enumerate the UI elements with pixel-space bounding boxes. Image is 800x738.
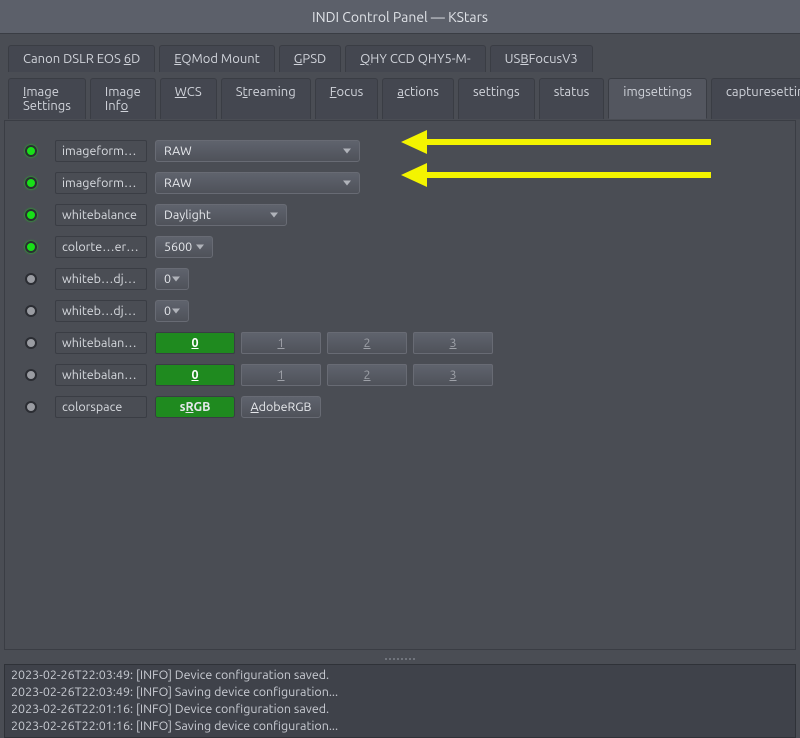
sub-tab-3[interactable]: Streaming (221, 78, 311, 119)
device-tab-1[interactable]: EQMod Mount (159, 45, 275, 72)
property-label: whitebalance (55, 204, 147, 226)
status-led (25, 145, 37, 157)
sub-tab-5[interactable]: actions (382, 78, 454, 119)
value-dropdown[interactable]: Daylight (155, 204, 287, 226)
status-led (25, 337, 37, 349)
sub-tab-8[interactable]: imgsettings (608, 78, 707, 119)
property-label: imageformatsd (55, 140, 147, 162)
device-tab-0[interactable]: Canon DSLR EOS 6D (8, 45, 155, 72)
sub-tab-2[interactable]: WCS (160, 78, 217, 119)
value-button[interactable]: 1 (241, 332, 321, 354)
sub-tab-9[interactable]: capturesettings (711, 78, 800, 119)
property-label: whiteb…djusta (55, 268, 147, 290)
property-label: colorte…erature (55, 236, 147, 258)
value-button[interactable]: 3 (413, 332, 493, 354)
log-line: 2023-02-26T22:03:49: [INFO] Device confi… (11, 667, 789, 684)
sub-tab-4[interactable]: Focus (315, 78, 379, 119)
status-led (25, 401, 37, 413)
value-button[interactable]: 1 (241, 364, 321, 386)
annotation-arrow (401, 133, 711, 151)
status-led (25, 369, 37, 381)
log-line: 2023-02-26T22:03:49: [INFO] Saving devic… (11, 684, 789, 701)
status-led (25, 209, 37, 221)
status-led (25, 241, 37, 253)
value-dropdown[interactable]: RAW (155, 140, 360, 162)
sub-tab-0[interactable]: Image Settings (8, 78, 86, 119)
value-dropdown[interactable]: 0 (155, 268, 189, 290)
log-line: 2023-02-26T22:01:16: [INFO] Saving devic… (11, 718, 789, 735)
splitter-handle[interactable] (370, 658, 430, 662)
window-titlebar: INDI Control Panel — KStars (0, 0, 800, 34)
device-tab-2[interactable]: GPSD (279, 45, 341, 72)
value-dropdown[interactable]: RAW (155, 172, 360, 194)
value-dropdown[interactable]: 5600 (155, 236, 213, 258)
settings-panel: imageformatsd RAW imageformatcf RAW whitebal… (4, 120, 796, 650)
colorspace-srgb-button[interactable]: sRGB (155, 396, 235, 418)
window-title: INDI Control Panel — KStars (312, 9, 488, 25)
status-led (25, 273, 37, 285)
value-button-active[interactable]: 0 (155, 332, 235, 354)
sub-tab-7[interactable]: status (539, 78, 605, 119)
property-label: whiteb…djustb (55, 300, 147, 322)
property-label: whitebalancexb (55, 364, 147, 386)
device-tabs: Canon DSLR EOS 6DEQMod MountGPSDQHY CCD … (4, 44, 796, 71)
property-label: whitebalancexa (55, 332, 147, 354)
property-label: colorspace (55, 396, 147, 418)
log-line: 2023-02-26T22:01:16: [INFO] Device confi… (11, 701, 789, 718)
device-tab-3[interactable]: QHY CCD QHY5-M- (345, 45, 485, 72)
value-button[interactable]: 2 (327, 332, 407, 354)
value-button-active[interactable]: 0 (155, 364, 235, 386)
value-button[interactable]: 2 (327, 364, 407, 386)
annotation-arrow (401, 166, 711, 184)
sub-tab-6[interactable]: settings (458, 78, 535, 119)
sub-tab-1[interactable]: Image Info (90, 78, 156, 119)
value-dropdown[interactable]: 0 (155, 300, 189, 322)
status-led (25, 177, 37, 189)
colorspace-adobergb-button[interactable]: AdobeRGB (241, 396, 321, 418)
log-panel: 2023-02-26T22:03:49: [INFO] Device confi… (4, 664, 796, 738)
status-led (25, 305, 37, 317)
property-label: imageformatcf (55, 172, 147, 194)
device-tab-4[interactable]: USBFocusV3 (490, 45, 593, 72)
sub-tabs: Image SettingsImage InfoWCSStreamingFocu… (4, 77, 796, 118)
value-button[interactable]: 3 (413, 364, 493, 386)
